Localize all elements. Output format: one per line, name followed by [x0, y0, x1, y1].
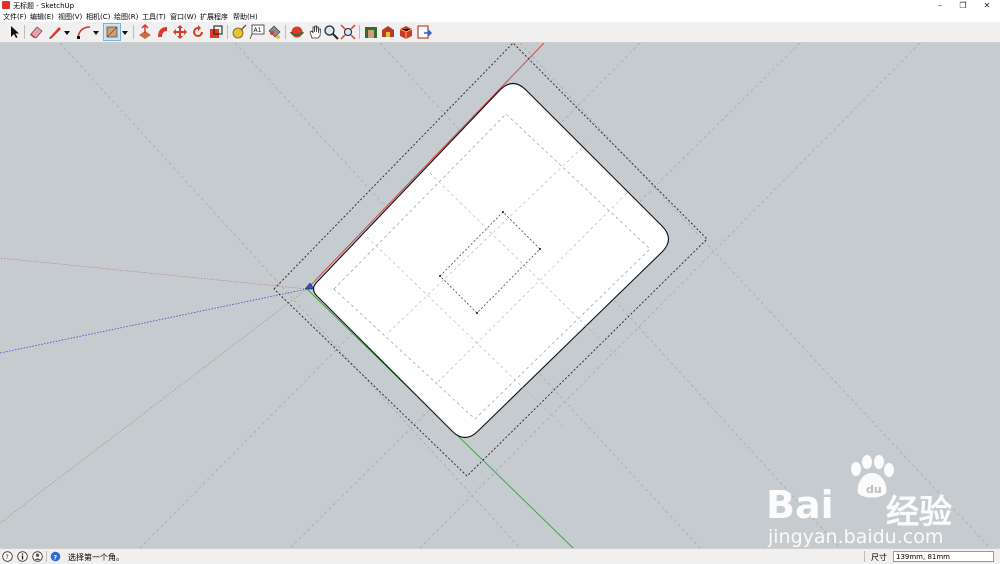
- rectangle-tool-active[interactable]: [103, 23, 121, 41]
- drawing-viewport[interactable]: du Bai 经验 jingyan.baidu.com: [0, 43, 1000, 548]
- 3d-warehouse-icon[interactable]: [363, 24, 379, 40]
- window-title: 无标题 - SketchUp: [13, 2, 75, 10]
- toolbar-separator: [227, 25, 228, 39]
- measurements-input[interactable]: 139mm, 81mm: [893, 551, 994, 562]
- rounded-rectangle-face: [312, 82, 670, 439]
- pan-hand-icon[interactable]: [307, 24, 323, 40]
- send-to-layout-icon[interactable]: [416, 24, 432, 40]
- menu-camera[interactable]: 相机(C): [86, 12, 110, 22]
- push-pull-icon[interactable]: [137, 24, 153, 40]
- main-toolbar: A1: [0, 22, 1000, 43]
- arc-dropdown-icon[interactable]: [91, 24, 101, 40]
- extension-manager-icon[interactable]: [398, 24, 414, 40]
- close-button[interactable]: ✕: [976, 0, 998, 11]
- menu-tools[interactable]: 工具(T): [142, 12, 166, 22]
- measurements-label: 尺寸: [871, 553, 887, 562]
- tape-measure-icon[interactable]: [231, 24, 247, 40]
- status-divider: [864, 551, 865, 562]
- menu-window[interactable]: 窗口(W): [170, 12, 196, 22]
- info-icon[interactable]: [17, 551, 28, 562]
- orbit-icon[interactable]: [289, 24, 305, 40]
- zoom-extents-icon[interactable]: [340, 24, 356, 40]
- menu-help[interactable]: 帮助(H): [233, 12, 258, 22]
- menu-edit[interactable]: 编辑(E): [30, 12, 54, 22]
- extension-warehouse-icon[interactable]: [380, 24, 396, 40]
- menu-bar: 文件(F) 编辑(E) 视图(V) 相机(C) 绘图(R) 工具(T) 窗口(W…: [0, 11, 1000, 22]
- toolbar-separator: [359, 25, 360, 39]
- pencil-icon[interactable]: [47, 24, 63, 40]
- eraser-icon[interactable]: [28, 24, 44, 40]
- watermark-brand: Bai: [766, 483, 834, 527]
- move-icon[interactable]: [172, 24, 188, 40]
- svg-text:?: ?: [6, 554, 9, 561]
- restore-button[interactable]: ❐: [952, 0, 974, 11]
- toolbar-separator: [133, 25, 134, 39]
- svg-text:?: ?: [53, 553, 57, 561]
- status-divider: [46, 551, 47, 562]
- rectangle-icon: [106, 26, 118, 38]
- menu-draw[interactable]: 绘图(R): [114, 12, 138, 22]
- arc-icon[interactable]: [76, 24, 92, 40]
- toolbar-separator: [24, 25, 25, 39]
- pencil-dropdown-icon[interactable]: [62, 24, 72, 40]
- minimize-button[interactable]: –: [929, 0, 951, 11]
- baidu-watermark: du Bai 经验 jingyan.baidu.com: [766, 455, 996, 548]
- follow-me-icon[interactable]: [155, 24, 171, 40]
- rectangle-cursor: [304, 282, 315, 290]
- paint-bucket-icon[interactable]: [266, 24, 282, 40]
- menu-view[interactable]: 视图(V): [58, 12, 82, 22]
- select-arrow-icon[interactable]: [6, 24, 22, 40]
- zoom-icon[interactable]: [323, 24, 339, 40]
- text-label-icon[interactable]: A1: [249, 24, 265, 40]
- status-bar: ? ? 选择第一个角。 尺寸 139mm, 81mm: [0, 548, 1000, 564]
- watermark-url: jingyan.baidu.com: [768, 526, 944, 548]
- user-account-icon[interactable]: [32, 551, 43, 562]
- toolbar-separator: [285, 25, 286, 39]
- scale-icon[interactable]: [208, 24, 224, 40]
- sketchup-app-icon: [2, 1, 10, 9]
- status-prompt: 选择第一个角。: [68, 553, 124, 562]
- title-bar: 无标题 - SketchUp – ❐ ✕: [0, 0, 1000, 11]
- svg-text:A1: A1: [254, 27, 262, 34]
- geo-location-icon[interactable]: ?: [2, 551, 13, 562]
- rectangle-dropdown-icon[interactable]: [120, 24, 130, 40]
- help-icon[interactable]: ?: [50, 551, 61, 562]
- rotate-icon[interactable]: [190, 24, 206, 40]
- menu-extensions[interactable]: 扩展程序: [200, 12, 228, 22]
- menu-file[interactable]: 文件(F): [3, 12, 27, 22]
- svg-text:du: du: [866, 483, 882, 496]
